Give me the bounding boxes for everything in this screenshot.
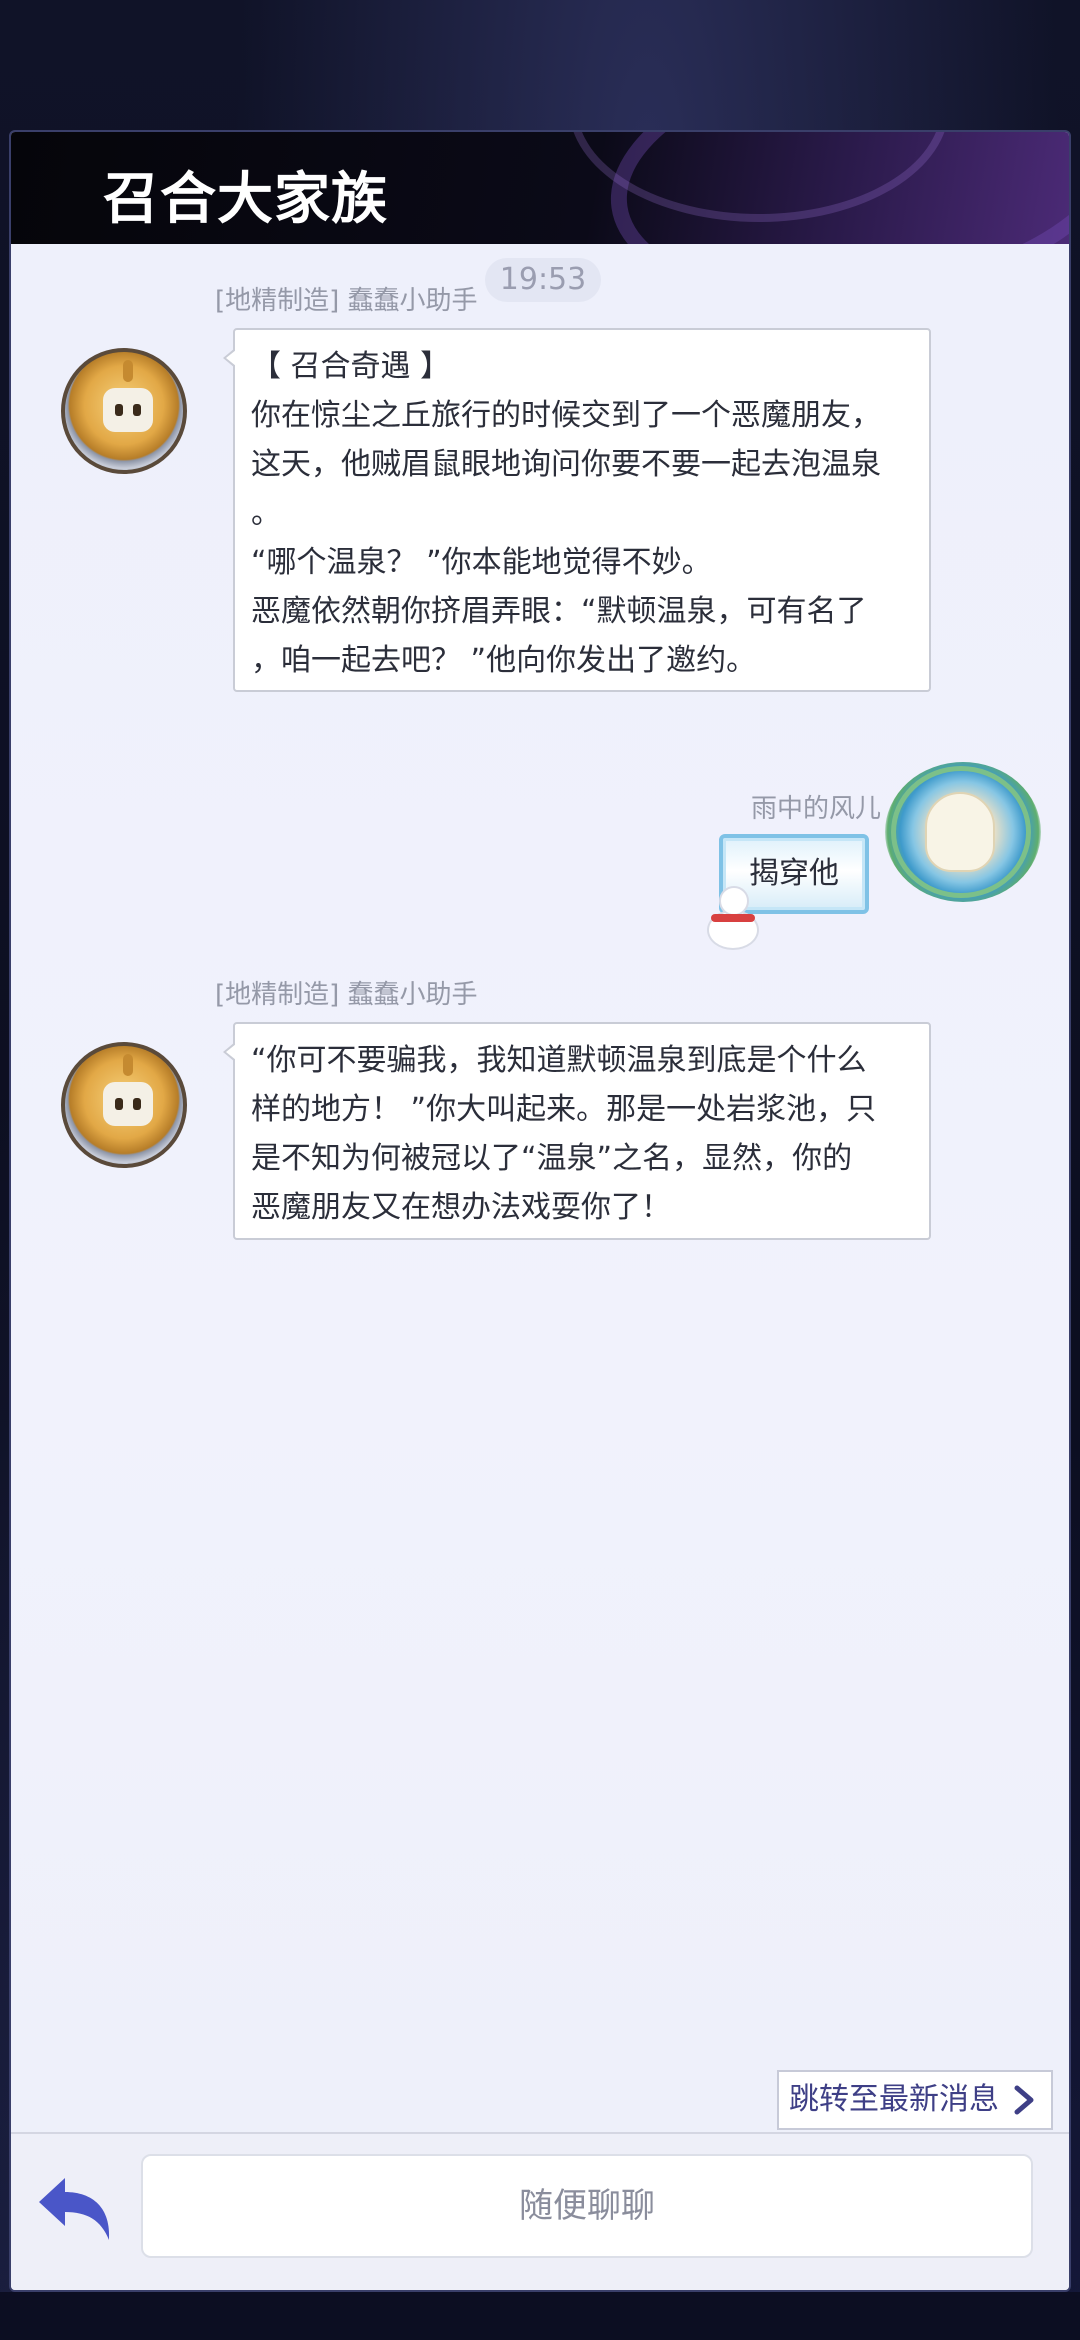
chat-area[interactable]: 19:53 [地精制造] 蠢蠢小助手 【 召合奇遇 】 你在惊尘之丘旅行的时候交…: [11, 244, 1069, 2132]
jump-to-latest-label: 跳转至最新消息: [789, 2082, 999, 2117]
sender-name: 雨中的风儿: [750, 794, 881, 824]
jump-to-latest-button[interactable]: 跳转至最新消息: [777, 2070, 1053, 2130]
robot-avatar-icon[interactable]: [61, 1042, 187, 1168]
message-line: 你在惊尘之丘旅行的时候交到了一个恶魔朋友，: [251, 398, 881, 433]
page-title: 召合大家族: [103, 166, 388, 232]
timestamp: 19:53: [485, 258, 601, 302]
message-line: 【 召合奇遇 】: [251, 349, 451, 384]
input-bar: [11, 2132, 1069, 2290]
arrow-right-icon: [1014, 2085, 1034, 2115]
robot-avatar-icon[interactable]: [61, 348, 187, 474]
message-line: “你可不要骗我，我知道默顿温泉到底是个什么: [251, 1043, 867, 1078]
message-line: 恶魔朋友又在想办法戏耍你了！: [251, 1190, 671, 1225]
snowman-icon: [703, 882, 763, 952]
message-line: 。: [251, 496, 281, 531]
sender-name: [地精制造] 蠢蠢小助手: [215, 980, 478, 1010]
back-reply-icon[interactable]: [35, 2174, 115, 2244]
message-line: 是不知为何被冠以了“温泉”之名，显然，你的: [251, 1141, 853, 1176]
header: 召合大家族: [11, 132, 1069, 244]
system-bar: [0, 2292, 1080, 2340]
message-line: ，咱一起去吧？ ”他向你发出了邀约。: [251, 643, 757, 678]
message-line: “哪个温泉？ ”你本能地觉得不妙。: [251, 545, 712, 580]
message-bubble: 【 召合奇遇 】 你在惊尘之丘旅行的时候交到了一个恶魔朋友， 这天，他贼眉鼠眼地…: [223, 328, 931, 692]
chat-input[interactable]: [141, 2154, 1033, 2258]
message-line: 恶魔依然朝你挤眉弄眼：“默顿温泉，可有名了: [251, 594, 867, 629]
player-avatar-icon[interactable]: [885, 762, 1041, 902]
message-bubble: “你可不要骗我，我知道默顿温泉到底是个什么 样的地方！ ”你大叫起来。那是一处岩…: [223, 1022, 931, 1240]
sender-name: [地精制造] 蠢蠢小助手: [215, 286, 478, 316]
message-line: 这天，他贼眉鼠眼地询问你要不要一起去泡温泉: [251, 447, 881, 482]
message-line: 样的地方！ ”你大叫起来。那是一处岩浆池，只: [251, 1092, 877, 1127]
chat-panel: 召合大家族 19:53 [地精制造] 蠢蠢小助手 【 召合奇遇 】 你在惊尘之丘…: [9, 130, 1071, 2292]
